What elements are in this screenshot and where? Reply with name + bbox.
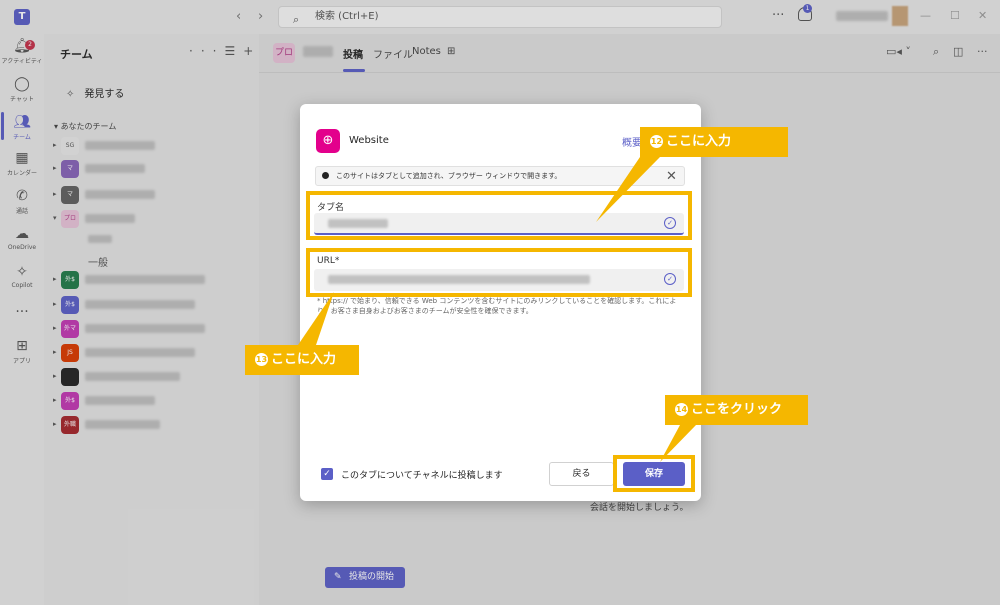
callout-number: 13 xyxy=(255,353,268,366)
callout-text: ここをクリック xyxy=(691,402,783,417)
post-to-channel-label: このタブについてチャネルに投稿します xyxy=(341,471,503,481)
callout-number: 12 xyxy=(650,135,663,148)
banner-text: このサイトはタブとして追加され、ブラウザー ウィンドウで開きます。 xyxy=(336,172,562,180)
highlight-url xyxy=(306,248,692,297)
about-link[interactable]: 概要 xyxy=(622,134,642,149)
highlight-save xyxy=(613,455,695,492)
callout-text: ここに入力 xyxy=(666,134,732,149)
add-website-tab-dialog: ⊕ Website 概要 このサイトはタブとして追加され、ブラウザー ウィンドウ… xyxy=(300,104,701,501)
callout-13: 13 ここに入力 xyxy=(245,345,359,375)
callout-14: 14 ここをクリック xyxy=(665,395,808,425)
post-to-channel-checkbox[interactable]: ✓ xyxy=(321,468,333,480)
dialog-title: Website xyxy=(349,135,389,146)
highlight-tab-name xyxy=(306,191,692,240)
back-button[interactable]: 戻る xyxy=(549,462,614,486)
callout-number: 14 xyxy=(675,403,688,416)
callout-12: 12 ここに入力 xyxy=(640,127,788,157)
info-banner: このサイトはタブとして追加され、ブラウザー ウィンドウで開きます。 ✕ xyxy=(315,166,685,186)
url-note: * https:// で始まり、信頼できる Web コンテンツを含むサイトにのみ… xyxy=(317,297,677,315)
globe-icon: ⊕ xyxy=(316,129,340,153)
info-icon xyxy=(322,172,329,179)
callout-text: ここに入力 xyxy=(271,352,337,367)
close-banner-icon[interactable]: ✕ xyxy=(666,168,677,186)
